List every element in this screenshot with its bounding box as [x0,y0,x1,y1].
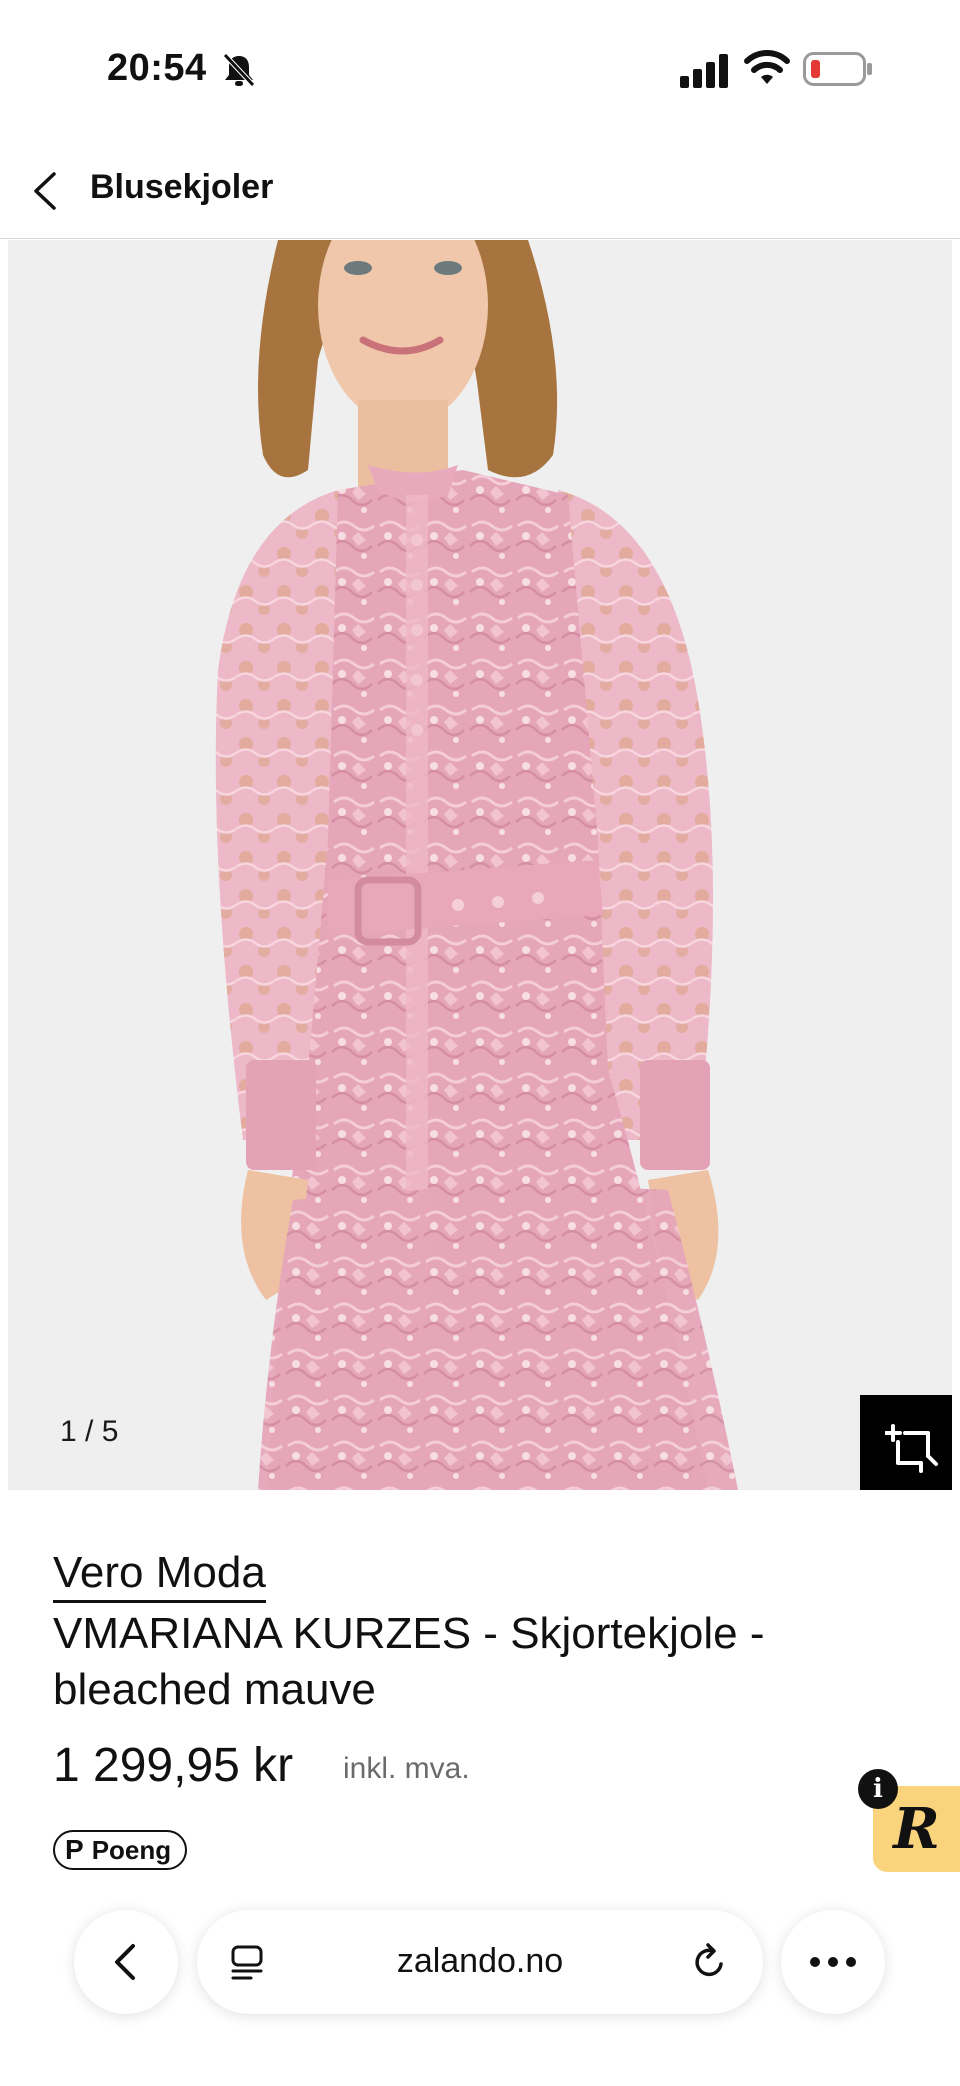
status-bar: 20:54 [0,0,960,140]
info-icon[interactable]: i [858,1769,898,1809]
wifi-icon [744,50,790,84]
more-dots-icon [810,1957,856,1967]
bell-muted-icon [223,53,255,87]
image-counter: 1 / 5 [60,1415,119,1448]
more-options-button[interactable] [781,1910,885,2014]
product-image-gallery[interactable]: 1 / 5 [8,240,952,1490]
product-photo [8,240,952,1490]
brand-link[interactable]: Vero Moda [53,1548,266,1603]
cellular-signal-icon [680,54,728,88]
chevron-left-icon[interactable] [28,168,64,214]
battery-low-icon [803,52,872,86]
reward-logo: R [893,1796,940,1862]
chevron-left-icon [115,1944,135,1980]
page-title: Blusekjoler [90,168,274,206]
app-header: Blusekjoler [0,140,960,239]
reload-icon[interactable] [691,1942,729,1982]
points-badge[interactable]: P Poeng [53,1830,188,1870]
product-price: 1 299,95 kr [53,1739,294,1792]
points-label: Poeng [91,1834,172,1865]
try-on-button[interactable] [860,1395,952,1490]
browser-toolbar: zalando.no [0,1880,960,2086]
product-name: VMARIANA KURZES - Skjortekjole - bleache… [53,1609,765,1714]
address-bar[interactable]: zalando.no [197,1910,763,2014]
vat-note: inkl. mva. [343,1752,470,1785]
crop-add-icon [885,1424,938,1473]
status-time: 20:54 [107,47,207,89]
url-text: zalando.no [396,1942,564,1980]
browser-back-button[interactable] [74,1910,178,2014]
points-icon: P [65,1834,84,1865]
